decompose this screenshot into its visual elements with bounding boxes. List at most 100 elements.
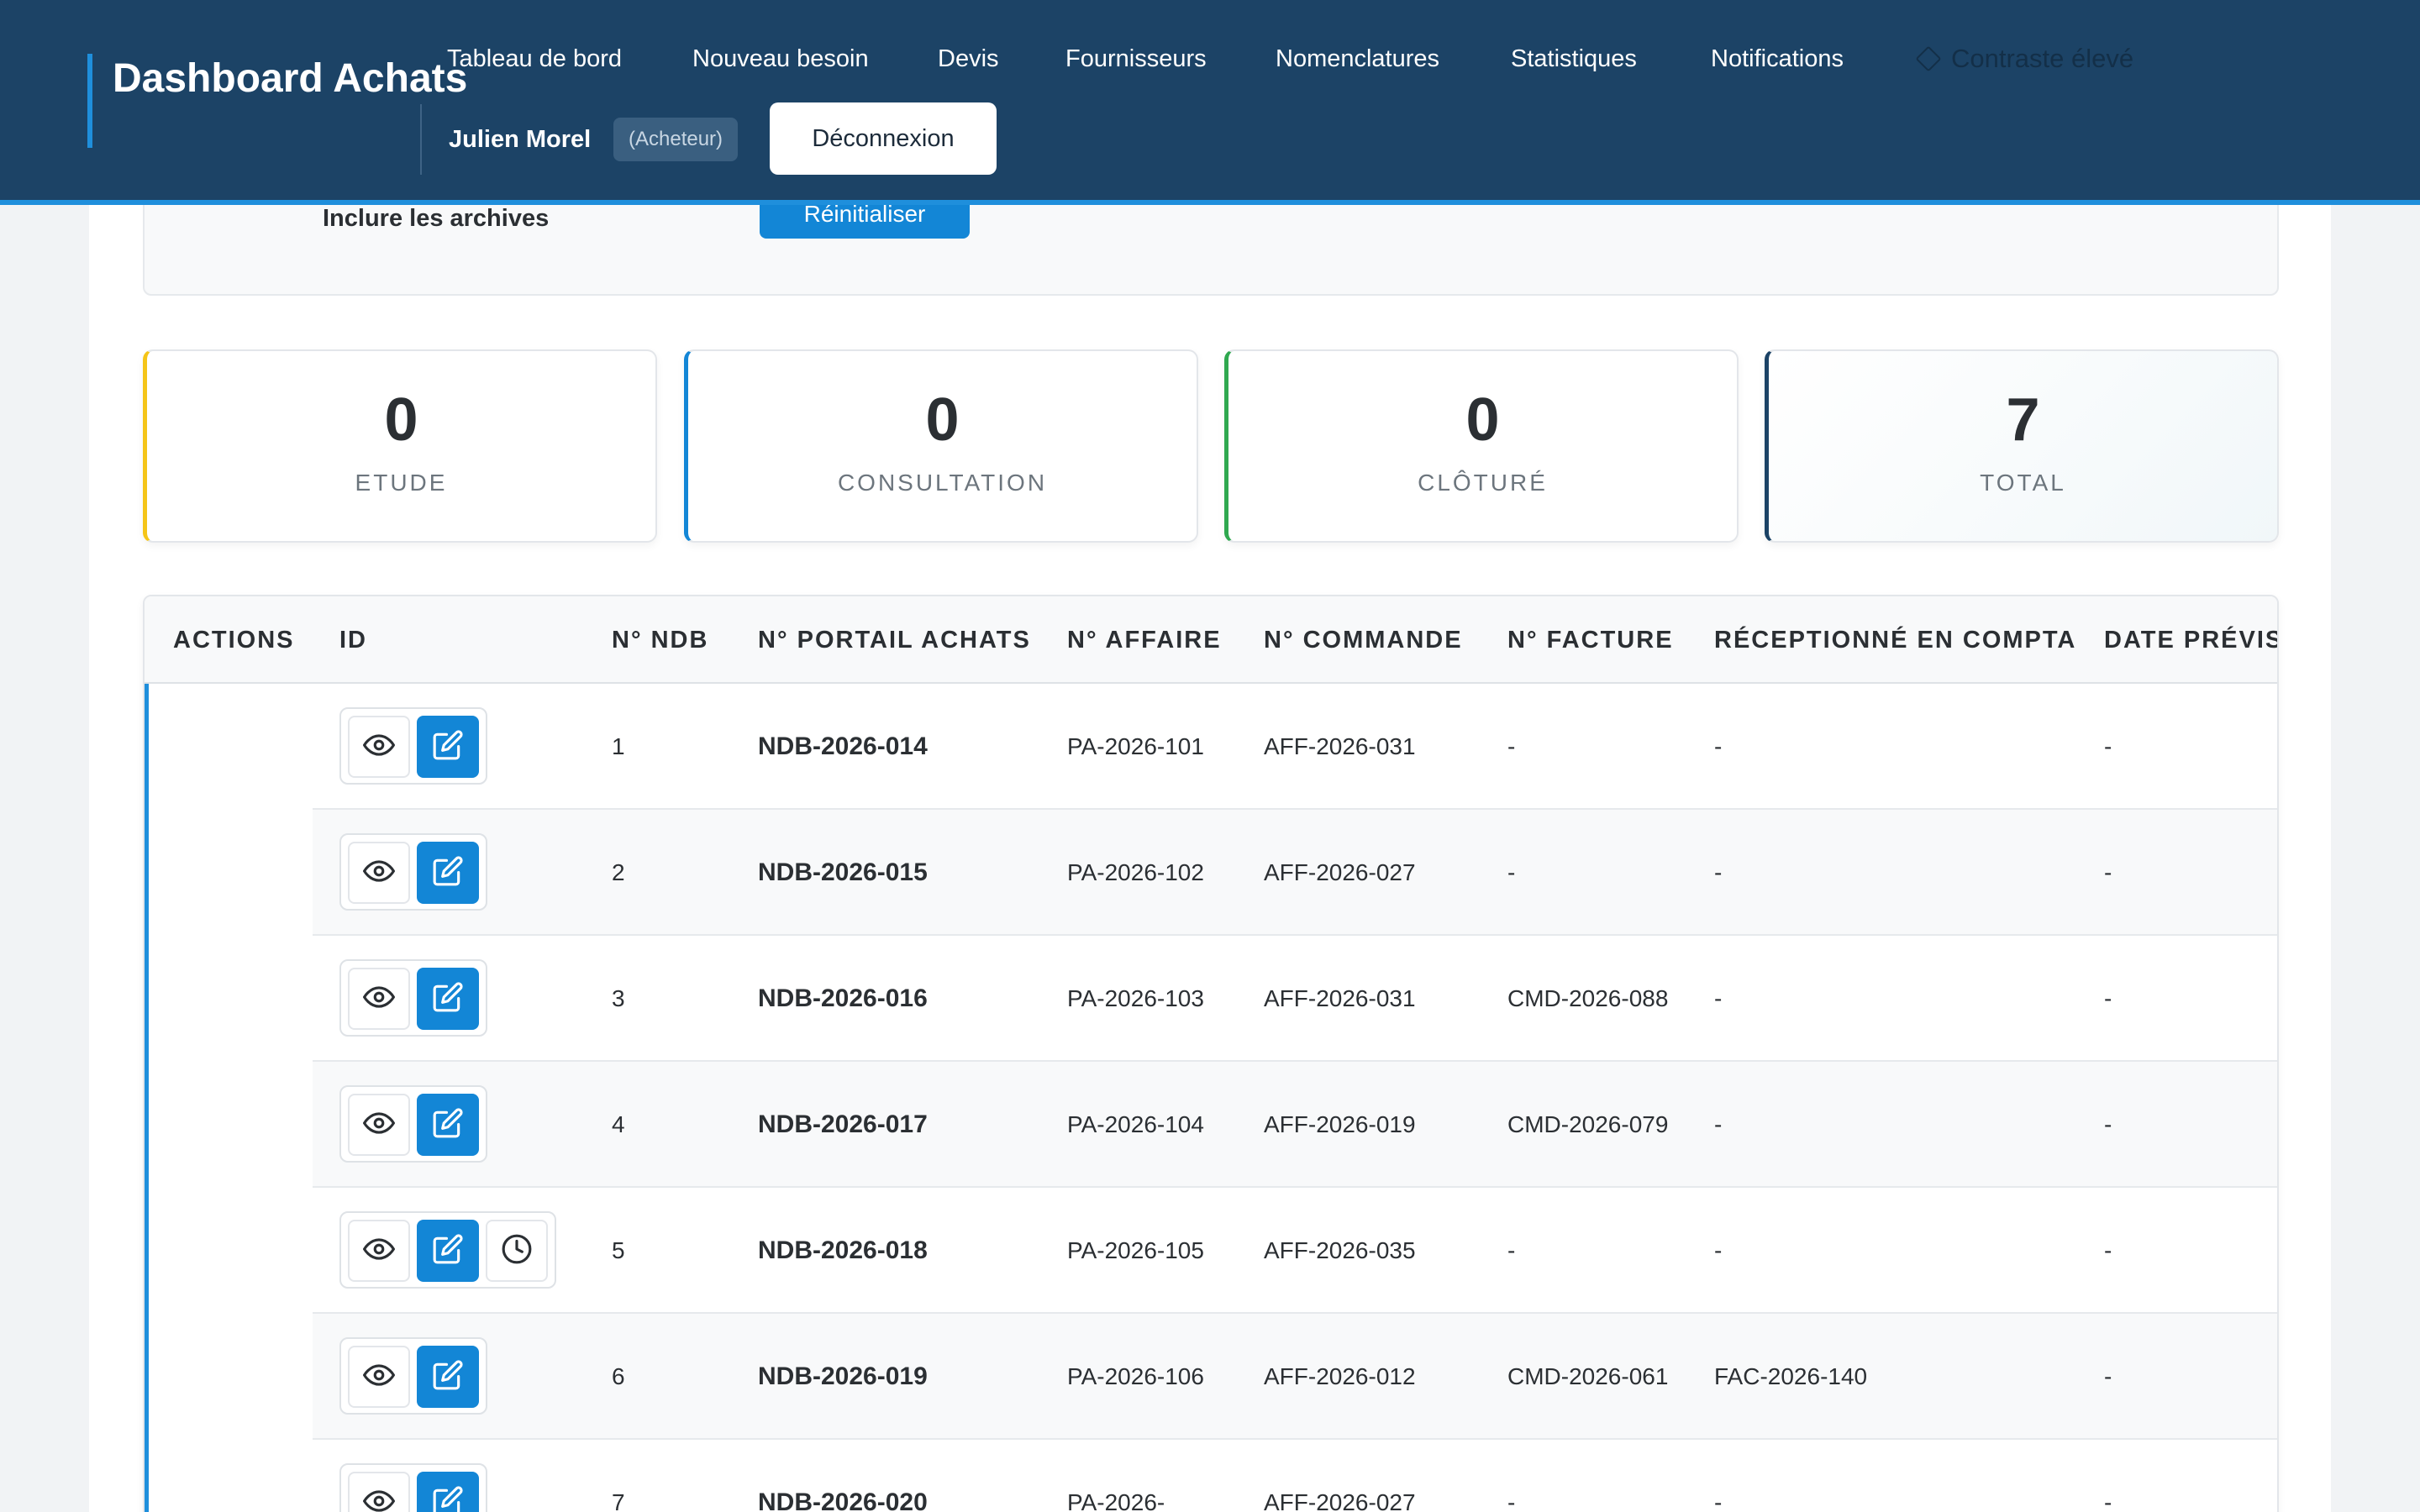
col-receptionne-compta[interactable]: RÉCEPTIONNÉ EN COMPTA <box>1714 596 2076 684</box>
cell-commande: - <box>1507 1237 1516 1263</box>
edit-icon <box>432 1359 464 1395</box>
table-row: 5 NDB-2026-018 PA-2026-105 AFF-2026-035 - - - <box>145 1188 2277 1314</box>
edit-button[interactable] <box>417 1472 479 1512</box>
logout-button[interactable]: Déconnexion <box>770 102 997 175</box>
row-lead <box>145 1062 313 1188</box>
requests-table: ACTIONS ID N° NDB N° PORTAIL ACHATS N° A… <box>143 595 2279 1512</box>
cell-portail: PA-2026-105 <box>1067 1237 1204 1263</box>
cell-ndb[interactable]: NDB-2026-016 <box>758 936 928 1062</box>
view-button[interactable] <box>348 842 410 904</box>
edit-button[interactable] <box>417 968 479 1030</box>
cell-ndb[interactable]: NDB-2026-014 <box>758 684 928 810</box>
edit-button[interactable] <box>417 1094 479 1156</box>
cell-commande: CMD-2026-088 <box>1507 985 1669 1011</box>
row-actions <box>339 1085 487 1163</box>
cell-facture: - <box>1714 859 1723 885</box>
stat-value: 0 <box>1465 386 1500 454</box>
edit-button[interactable] <box>417 1220 479 1282</box>
history-button[interactable] <box>486 1220 548 1282</box>
row-actions <box>339 707 487 785</box>
cell-date: - <box>2104 1363 2112 1389</box>
col-actions[interactable]: ACTIONS <box>173 596 295 684</box>
view-button[interactable] <box>348 1094 410 1156</box>
edit-icon <box>432 1233 464 1269</box>
row-lead <box>145 1314 313 1440</box>
eye-icon <box>363 1359 395 1395</box>
app-brand[interactable]: Dashboard Achats <box>87 54 467 148</box>
col-portail-achats[interactable]: N° PORTAIL ACHATS <box>758 596 1031 684</box>
edit-button[interactable] <box>417 842 479 904</box>
cell-affaire: AFF-2026-031 <box>1264 985 1416 1011</box>
view-button[interactable] <box>348 1220 410 1282</box>
eye-icon <box>363 1233 395 1269</box>
table-header: ACTIONS ID N° NDB N° PORTAIL ACHATS N° A… <box>145 596 2277 684</box>
cell-date: - <box>2104 733 2112 759</box>
cell-ndb[interactable]: NDB-2026-017 <box>758 1062 928 1188</box>
cell-date: - <box>2104 1111 2112 1137</box>
view-button[interactable] <box>348 1472 410 1512</box>
nav-devis[interactable]: Devis <box>938 44 999 74</box>
stat-card-etude: 0 ETUDE <box>143 349 657 543</box>
table-row: 1 NDB-2026-014 PA-2026-101 AFF-2026-031 - - - <box>145 684 2277 810</box>
edit-button[interactable] <box>417 716 479 778</box>
table-accent-bar <box>145 684 149 1512</box>
col-ndb[interactable]: N° NDB <box>612 596 708 684</box>
cell-affaire: AFF-2026-035 <box>1264 1237 1416 1263</box>
stat-label: CONSULTATION <box>837 470 1048 496</box>
view-button[interactable] <box>348 716 410 778</box>
table-row: 6 NDB-2026-019 PA-2026-106 AFF-2026-012 CMD-… <box>145 1314 2277 1440</box>
cell-date: - <box>2104 1489 2112 1512</box>
nav-fournisseurs[interactable]: Fournisseurs <box>1065 44 1207 74</box>
nav-tableau-de-bord[interactable]: Tableau de bord <box>447 44 622 74</box>
contrast-icon <box>1915 45 1942 72</box>
cell-commande: CMD-2026-079 <box>1507 1111 1669 1137</box>
edit-icon <box>432 1485 464 1512</box>
cell-portail: PA-2026-101 <box>1067 733 1204 759</box>
row-lead <box>145 810 313 936</box>
nav-nomenclatures[interactable]: Nomenclatures <box>1276 44 1439 74</box>
view-button[interactable] <box>348 968 410 1030</box>
cell-id: 5 <box>612 1237 625 1263</box>
main-panel: Inclure les archives Réinitialiser 0 ETU… <box>89 188 2331 1512</box>
cell-ndb[interactable]: NDB-2026-015 <box>758 810 928 936</box>
col-affaire[interactable]: N° AFFAIRE <box>1067 596 1222 684</box>
cell-affaire: AFF-2026-019 <box>1264 1111 1416 1137</box>
cell-ndb[interactable]: NDB-2026-019 <box>758 1314 928 1440</box>
eye-icon <box>363 855 395 891</box>
row-lead <box>145 1440 313 1512</box>
cell-id: 3 <box>612 985 625 1011</box>
cell-id: 4 <box>612 1111 625 1137</box>
row-lead <box>145 684 313 810</box>
stat-label: CLÔTURÉ <box>1418 470 1548 496</box>
cell-ndb[interactable]: NDB-2026-018 <box>758 1188 928 1314</box>
eye-icon <box>363 1485 395 1512</box>
cell-commande: - <box>1507 1489 1516 1512</box>
cell-commande: - <box>1507 859 1516 885</box>
include-archives-label[interactable]: Inclure les archives <box>323 203 549 234</box>
col-date-prevision[interactable]: DATE PRÉVISI <box>2104 596 2277 684</box>
cell-facture: - <box>1714 985 1723 1011</box>
nav-statistiques[interactable]: Statistiques <box>1511 44 1637 74</box>
cell-ndb[interactable]: NDB-2026-020 <box>758 1440 928 1512</box>
nav-nouveau-besoin[interactable]: Nouveau besoin <box>692 44 869 74</box>
view-button[interactable] <box>348 1346 410 1408</box>
edit-button[interactable] <box>417 1346 479 1408</box>
table-row: 3 NDB-2026-016 PA-2026-103 AFF-2026-031 CMD-… <box>145 936 2277 1062</box>
col-commande[interactable]: N° COMMANDE <box>1264 596 1463 684</box>
top-navbar: Dashboard Achats Tableau de bord Nouveau… <box>0 0 2420 205</box>
contrast-toggle[interactable]: Contraste élevé <box>1915 44 2133 74</box>
table-row: 2 NDB-2026-015 PA-2026-102 AFF-2026-027 - - - <box>145 810 2277 936</box>
table-row: 7 NDB-2026-020 PA-2026- AFF-2026-027 - - - <box>145 1440 2277 1512</box>
edit-icon <box>432 981 464 1017</box>
row-actions <box>339 959 487 1037</box>
col-facture[interactable]: N° FACTURE <box>1507 596 1674 684</box>
col-id[interactable]: ID <box>339 596 367 684</box>
nav-notifications[interactable]: Notifications <box>1711 44 1844 74</box>
stat-label: ETUDE <box>355 470 448 496</box>
cell-affaire: AFF-2026-027 <box>1264 1489 1416 1512</box>
cell-commande: - <box>1507 733 1516 759</box>
cell-facture: - <box>1714 1237 1723 1263</box>
cell-portail: PA-2026-103 <box>1067 985 1204 1011</box>
user-role-badge: (Acheteur) <box>613 118 739 161</box>
cell-portail: PA-2026-102 <box>1067 859 1204 885</box>
